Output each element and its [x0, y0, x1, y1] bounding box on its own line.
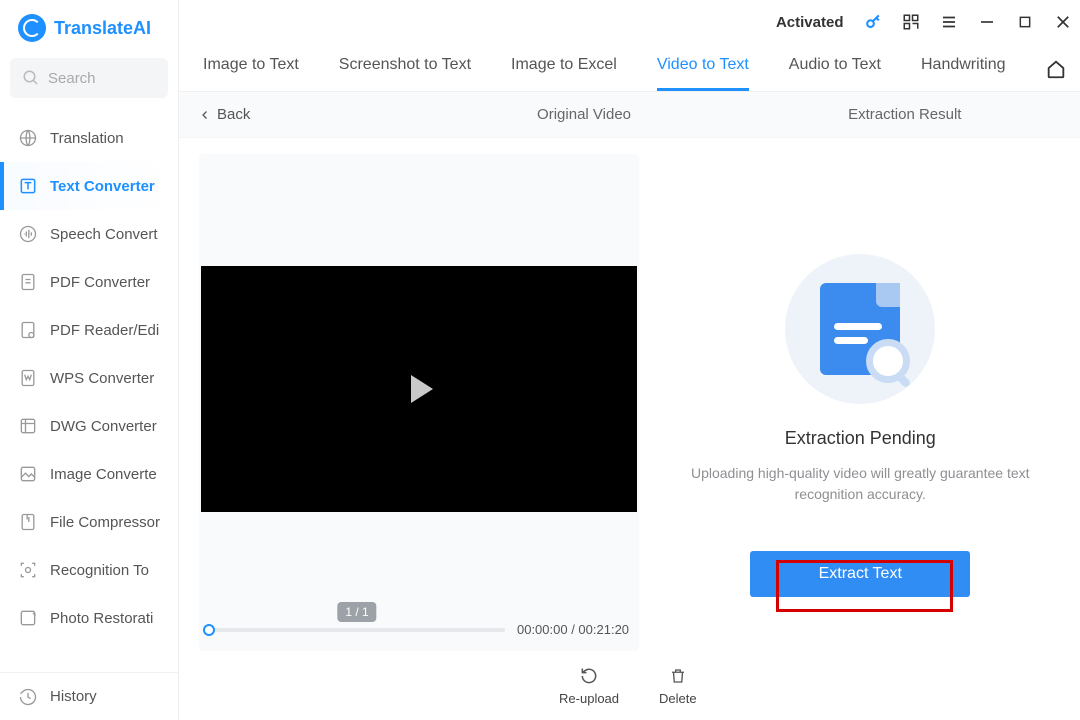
- sidebar-item-history[interactable]: History: [0, 672, 178, 720]
- delete-button[interactable]: Delete: [659, 665, 697, 706]
- reupload-icon: [578, 665, 600, 687]
- photo-restoration-icon: [18, 608, 38, 628]
- sidebar-item-text-converter[interactable]: Text Converter: [0, 162, 178, 210]
- video-count-badge: 1 / 1: [337, 602, 376, 622]
- recognition-icon: [18, 560, 38, 580]
- dwg-converter-icon: [18, 416, 38, 436]
- delete-label: Delete: [659, 691, 697, 706]
- reupload-button[interactable]: Re-upload: [559, 665, 619, 706]
- tab-image-to-text[interactable]: Image to Text: [203, 56, 299, 91]
- sidebar-item-label: Speech Convert: [50, 226, 158, 243]
- activated-label: Activated: [776, 14, 844, 31]
- video-seek-slider[interactable]: 1 / 1: [209, 628, 505, 632]
- search-icon: [22, 69, 40, 87]
- delete-icon: [667, 665, 689, 687]
- original-video-label: Original Video: [537, 106, 631, 123]
- extraction-status-description: Uploading high-quality video will greatl…: [670, 463, 1050, 505]
- sidebar-item-label: Translation: [50, 130, 124, 147]
- close-icon[interactable]: [1053, 12, 1073, 32]
- brand-title: TranslateAI: [54, 18, 151, 39]
- tab-handwriting[interactable]: Handwriting: [921, 56, 1005, 91]
- video-time-label: 00:00:00 / 00:21:20: [517, 622, 629, 637]
- translation-icon: [18, 128, 38, 148]
- tab-audio-to-text[interactable]: Audio to Text: [789, 56, 881, 91]
- extraction-status-title: Extraction Pending: [785, 428, 936, 449]
- subheader: Back Original Video Extraction Result: [179, 92, 1080, 138]
- sidebar-item-speech-convert[interactable]: Speech Convert: [0, 210, 178, 258]
- sidebar-item-label: PDF Reader/Edi: [50, 322, 159, 339]
- search-box[interactable]: [10, 58, 168, 98]
- brand-logo-icon: [18, 14, 46, 42]
- search-input[interactable]: [48, 70, 156, 87]
- speech-convert-icon: [18, 224, 38, 244]
- pdf-reader-icon: [18, 320, 38, 340]
- pdf-converter-icon: [18, 272, 38, 292]
- qr-icon[interactable]: [901, 12, 921, 32]
- bottom-actions: Re-upload Delete: [179, 661, 1080, 720]
- sidebar-item-file-compressor[interactable]: File Compressor: [0, 498, 178, 546]
- maximize-icon[interactable]: [1015, 12, 1035, 32]
- sidebar-item-label: History: [50, 688, 97, 705]
- image-converter-icon: [18, 464, 38, 484]
- video-controls: 1 / 1 00:00:00 / 00:21:20: [201, 622, 637, 643]
- video-seek-thumb[interactable]: [203, 624, 215, 636]
- key-icon[interactable]: [863, 12, 883, 32]
- reupload-label: Re-upload: [559, 691, 619, 706]
- file-compressor-icon: [18, 512, 38, 532]
- titlebar: Activated: [179, 0, 1080, 44]
- result-panel: Extraction Pending Uploading high-qualit…: [649, 154, 1071, 651]
- tab-screenshot-to-text[interactable]: Screenshot to Text: [339, 56, 471, 91]
- sidebar-item-image-converter[interactable]: Image Converte: [0, 450, 178, 498]
- text-converter-icon: [18, 176, 38, 196]
- content: 1 / 1 00:00:00 / 00:21:20 Extraction Pen…: [179, 138, 1080, 661]
- sidebar-item-recognition-tools[interactable]: Recognition To: [0, 546, 178, 594]
- minimize-icon[interactable]: [977, 12, 997, 32]
- extract-text-button[interactable]: Extract Text: [750, 551, 970, 597]
- video-player[interactable]: [201, 266, 637, 512]
- sidebar-item-translation[interactable]: Translation: [0, 114, 178, 162]
- menu-icon[interactable]: [939, 12, 959, 32]
- sidebar-item-wps-converter[interactable]: WPS Converter: [0, 354, 178, 402]
- sidebar-item-label: Recognition To: [50, 562, 149, 579]
- sidebar-item-pdf-converter[interactable]: PDF Converter: [0, 258, 178, 306]
- tab-video-to-text[interactable]: Video to Text: [657, 56, 749, 91]
- document-search-icon: [785, 254, 935, 404]
- tab-image-to-excel[interactable]: Image to Excel: [511, 56, 617, 91]
- back-button[interactable]: Back: [199, 106, 250, 123]
- sidebar-item-label: File Compressor: [50, 514, 160, 531]
- tab-home-button[interactable]: [1045, 58, 1067, 90]
- tabs: Image to Text Screenshot to Text Image t…: [179, 44, 1080, 92]
- back-label: Back: [217, 106, 250, 123]
- main-area: Activated Image to Text Screenshot to Te…: [179, 0, 1080, 720]
- sidebar-item-label: DWG Converter: [50, 418, 157, 435]
- sidebar-item-label: WPS Converter: [50, 370, 154, 387]
- sidebar: TranslateAI Translation Text Converter S…: [0, 0, 179, 720]
- sidebar-item-pdf-reader[interactable]: PDF Reader/Edi: [0, 306, 178, 354]
- history-icon: [18, 687, 38, 707]
- sidebar-item-label: PDF Converter: [50, 274, 150, 291]
- sidebar-nav: Translation Text Converter Speech Conver…: [0, 114, 178, 672]
- sidebar-item-photo-restoration[interactable]: Photo Restorati: [0, 594, 178, 642]
- sidebar-item-dwg-converter[interactable]: DWG Converter: [0, 402, 178, 450]
- play-icon: [411, 375, 433, 403]
- wps-converter-icon: [18, 368, 38, 388]
- extraction-result-label: Extraction Result: [848, 106, 961, 123]
- video-panel: 1 / 1 00:00:00 / 00:21:20: [199, 154, 639, 651]
- sidebar-item-label: Text Converter: [50, 178, 155, 195]
- brand: TranslateAI: [0, 0, 178, 52]
- sidebar-item-label: Image Converte: [50, 466, 157, 483]
- sidebar-item-label: Photo Restorati: [50, 610, 153, 627]
